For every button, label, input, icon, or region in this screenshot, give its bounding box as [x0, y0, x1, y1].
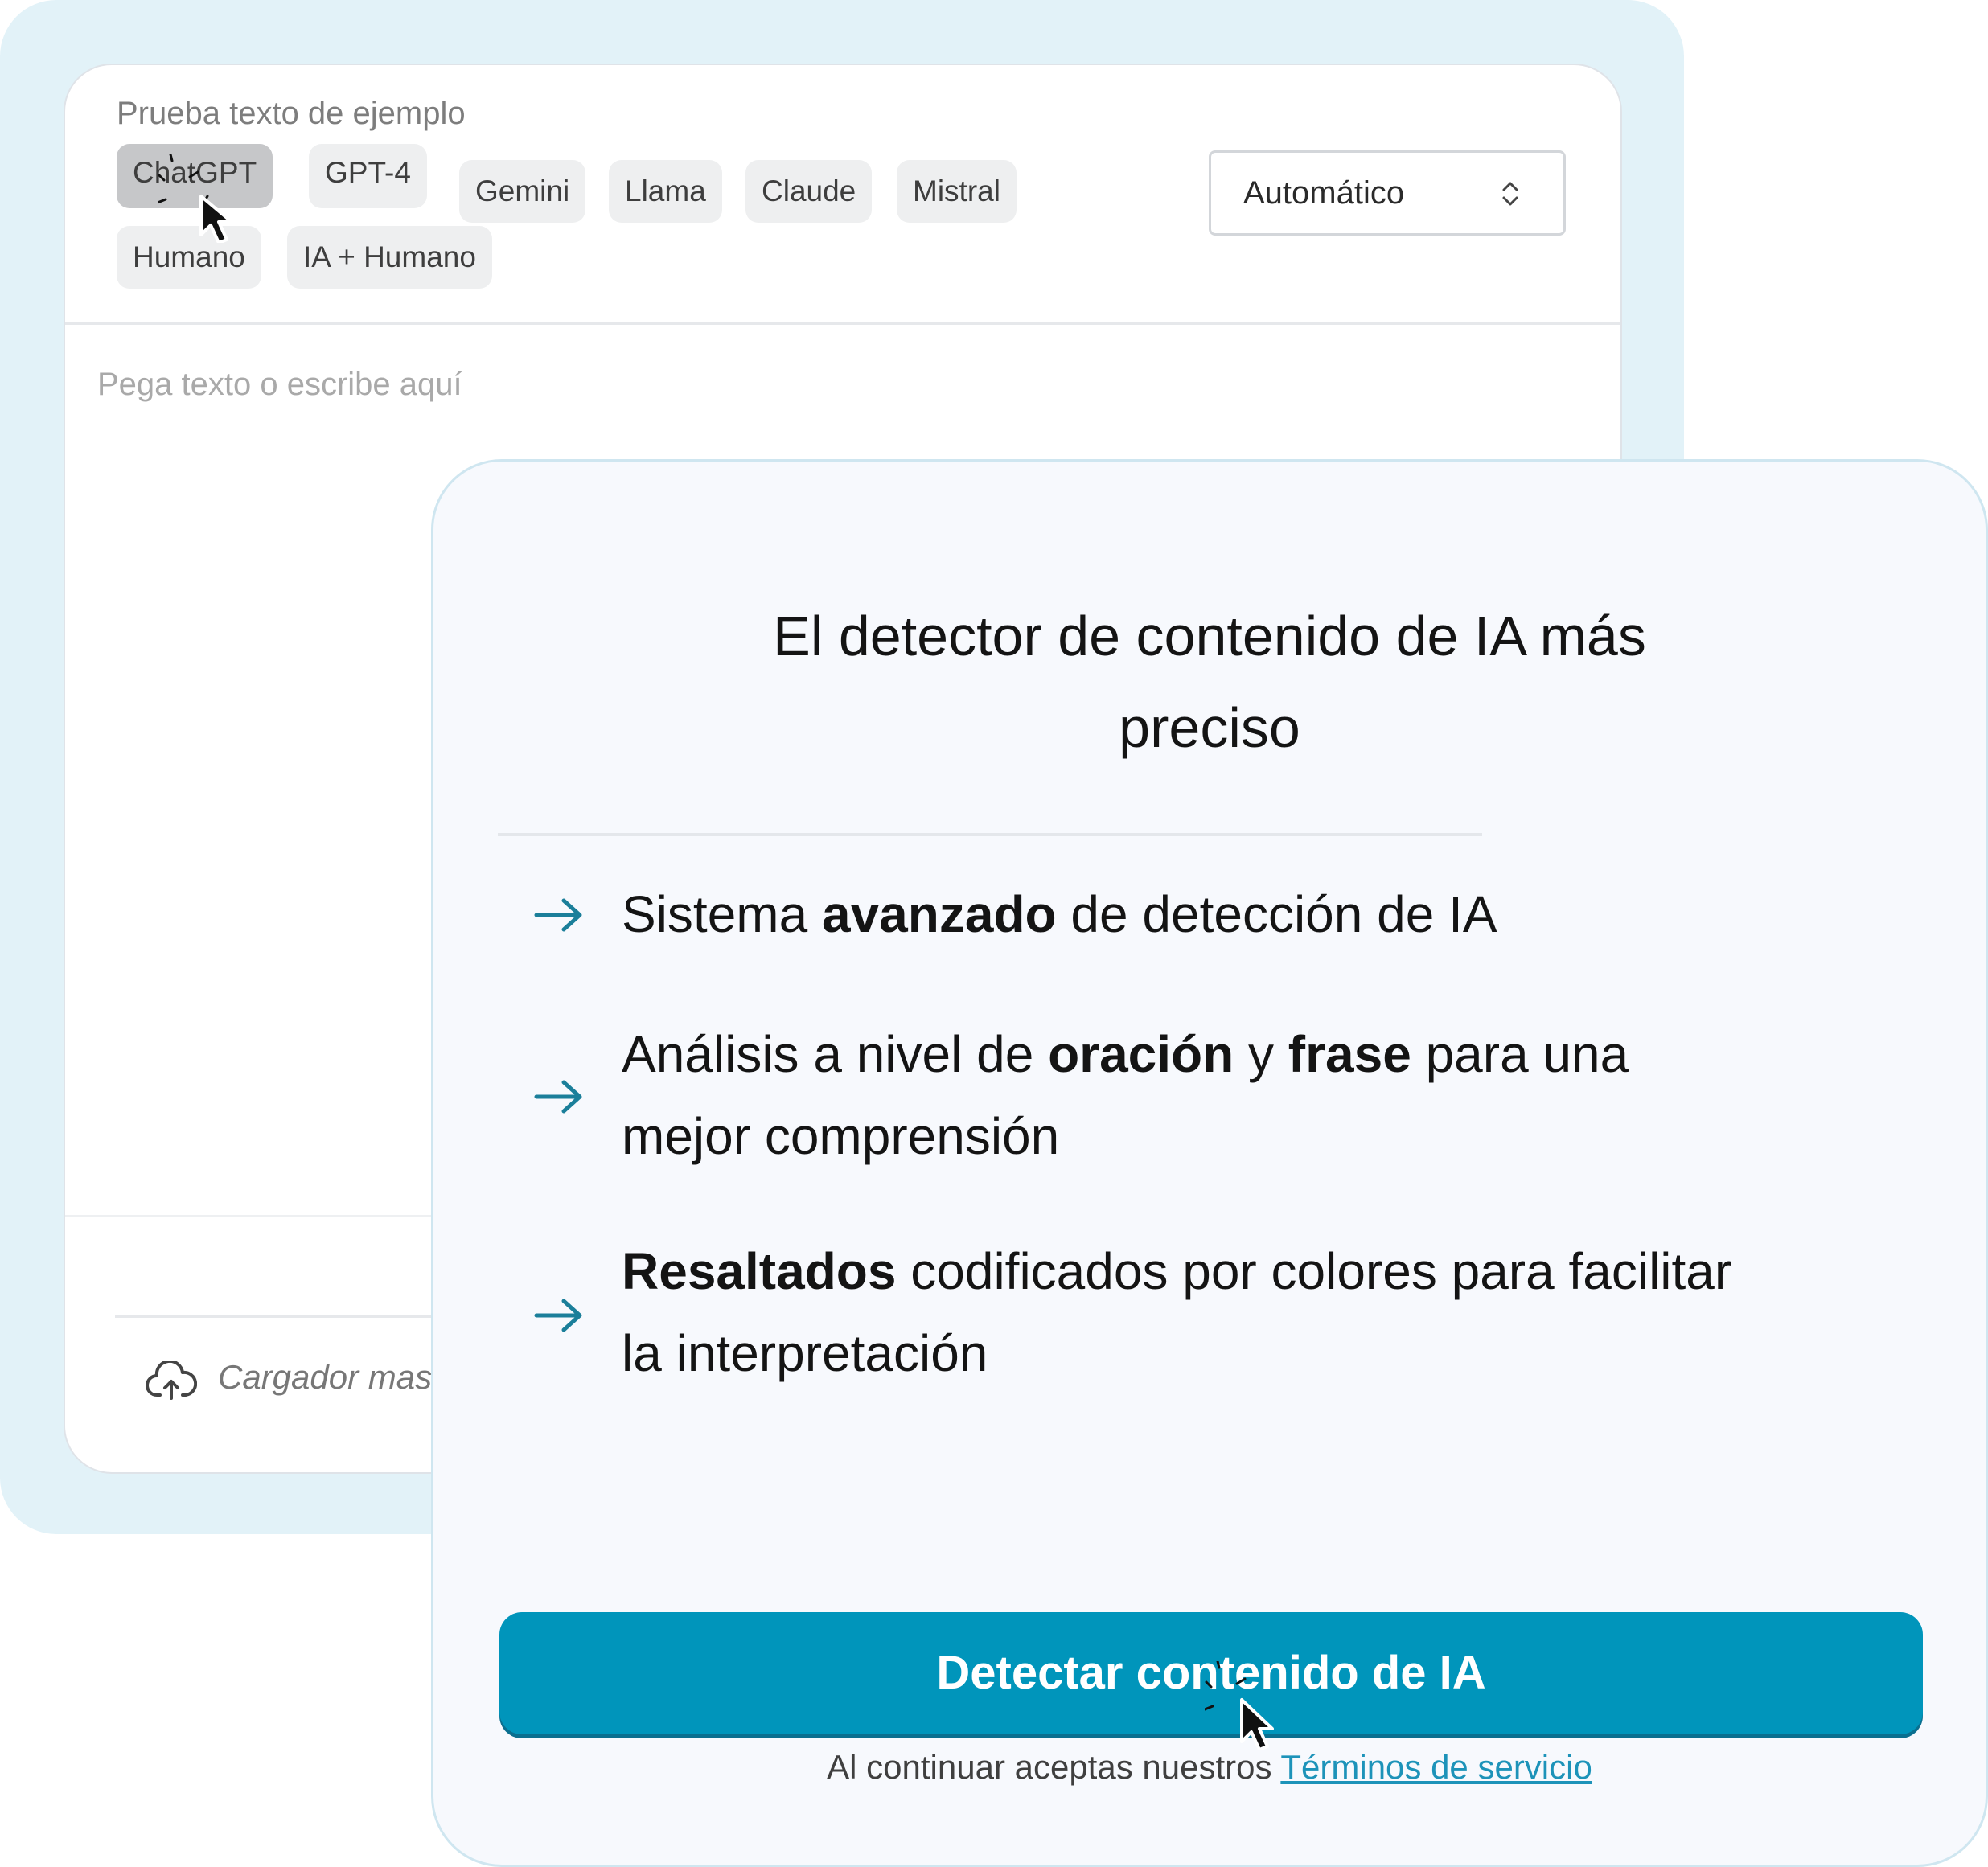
chip-ia-humano[interactable]: IA + Humano	[287, 226, 492, 289]
toolbar-divider	[65, 322, 1620, 325]
mode-select-value: Automático	[1243, 175, 1405, 211]
feature-text-1: Sistema avanzado de detección de IA	[622, 885, 1497, 943]
arrow-right-icon	[534, 898, 582, 932]
chip-gemini[interactable]: Gemini	[459, 160, 586, 223]
arrow-right-icon	[534, 1080, 582, 1114]
chip-claude[interactable]: Claude	[746, 160, 873, 223]
mode-select[interactable]: Automático	[1209, 150, 1566, 236]
terms-notice: Al continuar aceptas nuestros Términos d…	[827, 1748, 1592, 1786]
terms-link[interactable]: Términos de servicio	[1280, 1748, 1592, 1786]
mouse-cursor-icon	[1205, 1661, 1274, 1750]
arrow-right-icon	[534, 1299, 582, 1332]
feature-text-3: Resaltados codificados por colores para …	[622, 1242, 1732, 1382]
card-title-line1: El detector de contenido de IA más	[773, 605, 1646, 667]
card-divider	[498, 833, 1482, 836]
card-title-line2: preciso	[1119, 696, 1300, 759]
chip-mistral[interactable]: Mistral	[897, 160, 1017, 223]
feature-text-2: Análisis a nivel de oración y frase para…	[622, 1025, 1629, 1165]
mouse-cursor-icon	[158, 154, 230, 243]
cloud-upload-icon[interactable]	[146, 1361, 197, 1401]
feature-card: El detector de contenido de IA más preci…	[431, 459, 1988, 1867]
chevron-updown-icon	[1502, 182, 1518, 206]
chip-llama[interactable]: Llama	[609, 160, 722, 223]
card-title: El detector de contenido de IA más preci…	[433, 590, 1986, 773]
sample-text-label: Prueba texto de ejemplo	[117, 96, 466, 131]
chip-gpt4[interactable]: GPT-4	[309, 144, 427, 208]
text-input-placeholder[interactable]: Pega texto o escribe aquí	[97, 367, 462, 403]
